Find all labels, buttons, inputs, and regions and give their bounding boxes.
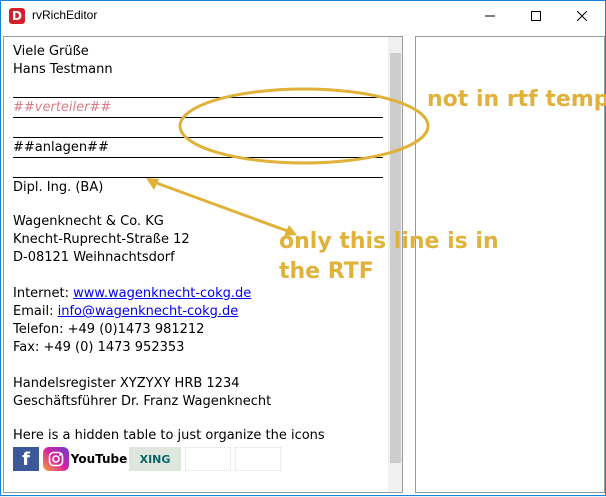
app-window: D rvRichEditor Viele Grüße Hans Testmann… xyxy=(0,0,606,496)
annotation-only-line-2: the RTF xyxy=(279,259,374,284)
annotation-only-line-1: only this line is in xyxy=(279,229,499,254)
annotation-not-in-rtf: not in rtf temp xyxy=(427,87,606,112)
